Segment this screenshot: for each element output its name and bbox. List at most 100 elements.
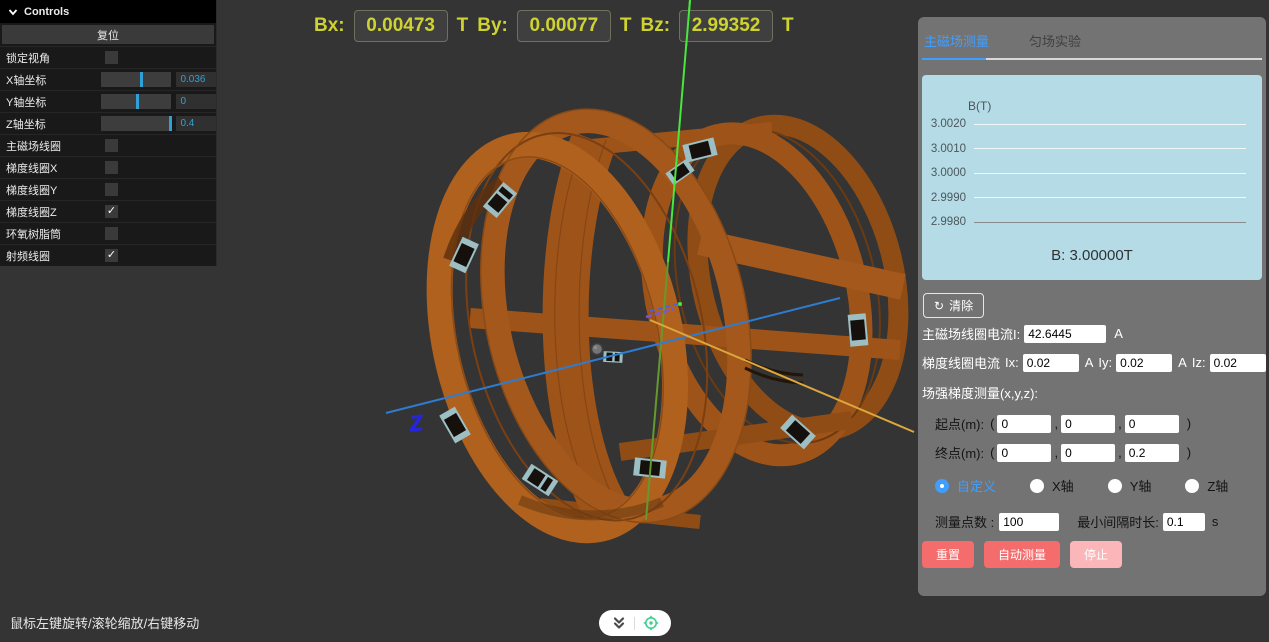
sampling-row: 测量点数 : 最小间隔时长: s	[922, 512, 1262, 531]
chart-gridline: 2.9990	[922, 191, 1262, 205]
control-row-y-coord: Y轴坐标 0	[0, 90, 216, 112]
radio-custom[interactable]: 自定义	[935, 476, 996, 495]
epoxy-checkbox[interactable]	[105, 227, 118, 240]
comma: ,	[1118, 445, 1122, 460]
radio-circle	[1185, 479, 1199, 493]
row-label: 环氧树脂筒	[0, 226, 101, 242]
reset-measure-button[interactable]: 重置	[922, 541, 974, 568]
slider-marker	[140, 72, 143, 87]
control-row-gradient-z: 梯度线圈Z ✓	[0, 200, 216, 222]
radio-y-axis[interactable]: Y轴	[1108, 476, 1152, 495]
x-coord-slider[interactable]	[101, 72, 171, 87]
end-x-input[interactable]	[997, 444, 1051, 462]
axis-radio-group: 自定义 X轴 Y轴 Z轴	[922, 476, 1262, 495]
gradient-section-row: 场强梯度测量(x,y,z):	[922, 383, 1262, 402]
ix-input[interactable]	[1023, 354, 1079, 372]
chart-tick: 2.9990	[922, 192, 966, 204]
radio-circle	[935, 479, 949, 493]
row-label: 锁定视角	[0, 50, 101, 66]
row-label: Z轴坐标	[0, 116, 97, 132]
gradient-y-checkbox[interactable]	[105, 183, 118, 196]
main-current-input[interactable]	[1024, 325, 1106, 343]
points-input[interactable]	[999, 513, 1059, 531]
bz-label: Bz:	[640, 15, 670, 37]
bx-value-field[interactable]	[354, 10, 448, 42]
bz-unit: T	[782, 15, 794, 37]
chart-tick: 2.9980	[922, 216, 966, 228]
gradient-section-label: 场强梯度测量(x,y,z):	[922, 383, 1038, 402]
gradient-current-row: 梯度线圈电流 Ix: A Iy: A Iz: A	[922, 353, 1262, 372]
end-point-row: 终点(m): ( , , )	[922, 443, 1262, 462]
y-coord-value[interactable]: 0	[176, 94, 216, 109]
comma: ,	[1054, 445, 1058, 460]
x-coord-value[interactable]: 0.036	[176, 72, 216, 87]
control-row-epoxy: 环氧树脂筒	[0, 222, 216, 244]
chart-caption: B: 3.00000T	[922, 247, 1262, 264]
rf-coil-checkbox[interactable]: ✓	[105, 249, 118, 262]
clear-button[interactable]: ↻ 清除	[923, 293, 984, 318]
tab-shim-experiment[interactable]: 匀场实验	[1029, 31, 1081, 50]
radio-x-axis[interactable]: X轴	[1030, 476, 1074, 495]
paren-open: (	[990, 416, 994, 431]
end-z-input[interactable]	[1125, 444, 1179, 462]
gradient-z-checkbox[interactable]: ✓	[105, 205, 118, 218]
bx-unit: T	[457, 15, 469, 37]
ix-label: Ix:	[1005, 355, 1019, 370]
main-coil-checkbox[interactable]	[105, 139, 118, 152]
radio-label: X轴	[1052, 476, 1074, 495]
tab-main-field-measure[interactable]: 主磁场测量	[924, 31, 989, 50]
field-readout: Bx: T By: T Bz: T	[314, 10, 794, 42]
auto-measure-button[interactable]: 自动测量	[984, 541, 1060, 568]
row-label: 梯度线圈Z	[0, 204, 101, 220]
row-label: Y轴坐标	[0, 94, 97, 110]
control-row-rf-coil: 射频线圈 ✓	[0, 244, 216, 266]
radio-circle	[1108, 479, 1122, 493]
interval-label: 最小间隔时长:	[1077, 512, 1159, 531]
end-y-input[interactable]	[1061, 444, 1115, 462]
radio-circle	[1030, 479, 1044, 493]
start-z-input[interactable]	[1125, 415, 1179, 433]
gradient-x-checkbox[interactable]	[105, 161, 118, 174]
mouse-hint-text: 鼠标左键旋转/滚轮缩放/右键移动	[10, 613, 199, 632]
row-label: 梯度线圈X	[0, 160, 101, 176]
view-toolbar-pill	[599, 610, 671, 636]
iz-input[interactable]	[1210, 354, 1266, 372]
main-current-unit: A	[1114, 326, 1123, 341]
lock-view-checkbox[interactable]	[105, 51, 118, 64]
collapse-double-chevron-icon[interactable]	[612, 616, 626, 630]
paren-open: (	[990, 445, 994, 460]
chart-gridline: 3.0010	[922, 142, 1262, 156]
chevron-down-icon	[8, 7, 18, 17]
start-point-row: 起点(m): ( , , )	[922, 414, 1262, 433]
field-chart: B(T) 3.0020 3.0010 3.0000 2.9990 2.9980 …	[922, 75, 1262, 280]
bz-value-field[interactable]	[679, 10, 773, 42]
aim-target-icon[interactable]	[643, 615, 659, 631]
iy-input[interactable]	[1116, 354, 1172, 372]
chart-tick: 3.0020	[922, 118, 966, 130]
refresh-icon: ↻	[934, 299, 944, 313]
ix-unit: A	[1085, 355, 1094, 370]
interval-input[interactable]	[1163, 513, 1205, 531]
radio-label: 自定义	[957, 476, 996, 495]
z-coord-slider[interactable]	[101, 116, 171, 131]
start-y-input[interactable]	[1061, 415, 1115, 433]
control-row-z-coord: Z轴坐标 0.4	[0, 112, 216, 134]
controls-header[interactable]: Controls	[0, 0, 216, 23]
iy-unit: A	[1178, 355, 1187, 370]
radio-z-axis[interactable]: Z轴	[1185, 476, 1228, 495]
controls-panel: Controls 复位 锁定视角 X轴坐标 0.036 Y轴坐标 0 Z轴坐标 …	[0, 0, 217, 266]
radio-label: Z轴	[1207, 476, 1228, 495]
main-current-row: 主磁场线圈电流I: A	[922, 324, 1262, 343]
paren-close: )	[1187, 416, 1191, 431]
y-coord-slider[interactable]	[101, 94, 171, 109]
row-label: X轴坐标	[0, 72, 97, 88]
chart-gridline: 3.0000	[922, 166, 1262, 180]
start-x-input[interactable]	[997, 415, 1051, 433]
measurement-panel: 主磁场测量 匀场实验 B(T) 3.0020 3.0010 3.0000 2.9…	[918, 17, 1266, 596]
controls-title: Controls	[24, 6, 69, 18]
stop-button[interactable]: 停止	[1070, 541, 1122, 568]
row-label: 主磁场线圈	[0, 138, 101, 154]
z-coord-value[interactable]: 0.4	[176, 116, 216, 131]
by-value-field[interactable]	[517, 10, 611, 42]
reset-view-button[interactable]: 复位	[2, 25, 214, 44]
